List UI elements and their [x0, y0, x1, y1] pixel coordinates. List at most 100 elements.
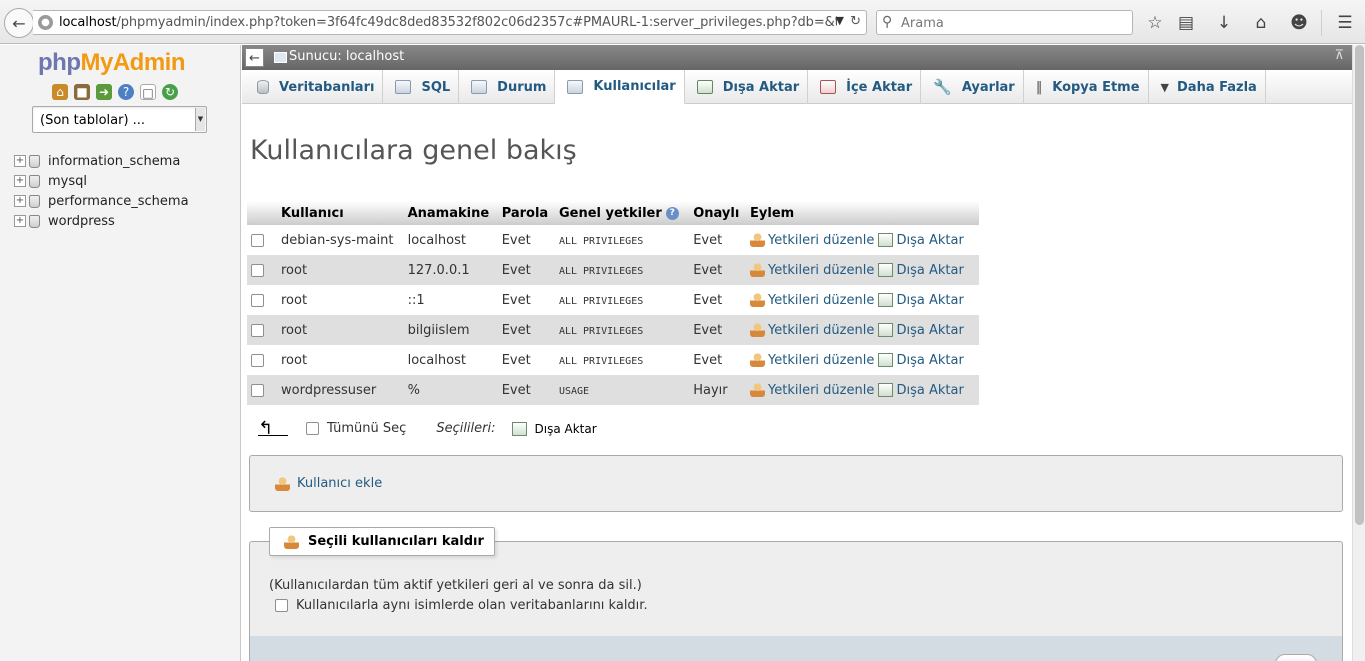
- select-all-checkbox[interactable]: [306, 422, 319, 435]
- select-all-label[interactable]: Tümünü Seç: [327, 421, 406, 436]
- export-user-link[interactable]: Dışa Aktar: [878, 263, 964, 278]
- export-user-link[interactable]: Dışa Aktar: [878, 293, 964, 308]
- header-action: Eylem: [746, 201, 979, 225]
- row-checkbox[interactable]: [251, 383, 264, 397]
- server-breadcrumb-bar: ← Sunucu: localhost ⊼: [242, 45, 1352, 70]
- database-icon: [29, 214, 40, 228]
- tab-sql[interactable]: SQL: [383, 70, 460, 104]
- tab-replication[interactable]: ‖ Kopya Etme: [1024, 70, 1149, 104]
- add-user-link[interactable]: Kullanıcı ekle: [275, 476, 382, 491]
- edit-privileges-icon: [750, 353, 766, 367]
- home-icon[interactable]: ⌂: [52, 84, 68, 100]
- edit-privileges-link[interactable]: Yetkileri düzenle: [750, 293, 874, 308]
- menu-icon[interactable]: ☰: [1334, 12, 1356, 34]
- search-input[interactable]: Arama: [901, 16, 944, 31]
- search-box[interactable]: ⚲ Arama: [876, 10, 1133, 35]
- cell-host: 127.0.0.1: [403, 255, 498, 285]
- edit-privileges-icon: [750, 323, 766, 337]
- export-user-link[interactable]: Dışa Aktar: [878, 353, 964, 368]
- cell-grant: Evet: [689, 315, 747, 345]
- arrow-left-icon: ←: [12, 13, 26, 33]
- logout-icon[interactable]: ■: [74, 84, 90, 100]
- url-dropdown-icon[interactable]: ▼: [836, 14, 844, 27]
- database-item-information-schema[interactable]: + information_schema: [14, 151, 189, 171]
- export-icon: [511, 421, 527, 436]
- recent-tables-select[interactable]: (Son tablolar) ... ▼: [32, 106, 207, 133]
- cell-user: root: [277, 315, 404, 345]
- remove-description: (Kullanıcılardan tüm aktif yetkileri ger…: [269, 578, 642, 593]
- cell-password: Evet: [497, 285, 555, 315]
- expand-icon[interactable]: +: [14, 175, 26, 187]
- table-row: wordpressuser% Evet USAGE Hayır Yetkileri dü…: [247, 375, 979, 405]
- expand-icon[interactable]: +: [14, 195, 26, 207]
- cell-action: Yetkileri düzenle Dışa Aktar: [746, 285, 979, 315]
- edit-privileges-link[interactable]: Yetkileri düzenle: [750, 383, 874, 398]
- reading-list-icon[interactable]: ▤: [1175, 12, 1197, 34]
- tab-export[interactable]: Dışa Aktar: [685, 70, 809, 104]
- bookmark-star-icon[interactable]: ☆: [1144, 12, 1166, 34]
- globe-icon: ●: [38, 15, 53, 30]
- tab-status[interactable]: Durum: [459, 70, 556, 104]
- expand-icon[interactable]: +: [14, 215, 26, 227]
- collapse-header-icon[interactable]: ⊼: [1334, 48, 1344, 63]
- reload-icon[interactable]: ↻: [850, 14, 861, 29]
- row-checkbox[interactable]: [251, 323, 264, 337]
- database-tree: + information_schema + mysql + performan…: [14, 151, 189, 231]
- address-bar[interactable]: ● localhost/phpmyadmin/index.php?token=3…: [33, 10, 867, 35]
- scrollbar[interactable]: [1352, 45, 1365, 661]
- download-icon[interactable]: ↓: [1213, 12, 1235, 34]
- help-icon[interactable]: ?: [665, 206, 679, 220]
- tab-users[interactable]: Kullanıcılar: [555, 70, 685, 104]
- header-checkbox-col: [247, 201, 277, 225]
- chat-icon[interactable]: ☻: [1288, 12, 1310, 34]
- database-icon: [29, 154, 40, 168]
- remove-user-icon: [284, 534, 299, 549]
- header-grant: Onaylı: [689, 201, 747, 225]
- scrollbar-thumb[interactable]: [1355, 45, 1364, 525]
- help-icon[interactable]: ?: [118, 84, 134, 100]
- row-checkbox[interactable]: [251, 293, 264, 307]
- header-user: Kullanıcı: [277, 201, 404, 225]
- header-global-privileges: Genel yetkiler?: [554, 201, 690, 225]
- export-user-link[interactable]: Dışa Aktar: [878, 233, 964, 248]
- export-user-link[interactable]: Dışa Aktar: [878, 323, 964, 338]
- query-window-icon[interactable]: ➜: [96, 84, 112, 100]
- export-icon: [878, 323, 894, 337]
- reload-navigation-icon[interactable]: ↻: [162, 84, 178, 100]
- bulk-export-button[interactable]: Dışa Aktar: [511, 421, 597, 436]
- documentation-icon[interactable]: □: [140, 84, 156, 100]
- table-row: root localhost Evet ALL PRIVILEGES Evet Yetki…: [247, 345, 979, 375]
- users-icon: [567, 79, 584, 94]
- cell-action: Yetkileri düzenle Dışa Aktar: [746, 375, 979, 405]
- expand-icon[interactable]: +: [14, 155, 26, 167]
- tab-more[interactable]: ▼ Daha Fazla: [1149, 70, 1266, 104]
- export-user-link[interactable]: Dışa Aktar: [878, 383, 964, 398]
- collapse-navigation-button[interactable]: ←: [245, 48, 264, 67]
- row-checkbox[interactable]: [251, 263, 264, 277]
- edit-privileges-icon: [750, 233, 766, 247]
- tab-settings[interactable]: 🔧 Ayarlar: [921, 70, 1024, 104]
- tab-databases[interactable]: Veritabanları: [245, 70, 384, 104]
- chevron-down-icon: ▼: [195, 108, 205, 131]
- phpmyadmin-logo[interactable]: phpMyAdmin: [38, 49, 185, 77]
- database-item-performance-schema[interactable]: + performance_schema: [14, 191, 189, 211]
- go-button[interactable]: [1275, 654, 1317, 661]
- drop-databases-checkbox[interactable]: [275, 599, 288, 612]
- database-item-mysql[interactable]: + mysql: [14, 171, 189, 191]
- cell-password: Evet: [497, 375, 555, 405]
- back-button[interactable]: ←: [4, 8, 34, 38]
- edit-privileges-link[interactable]: Yetkileri düzenle: [750, 233, 874, 248]
- drop-databases-option[interactable]: Kullanıcılarla aynı isimlerde olan verit…: [275, 598, 648, 613]
- cell-password: Evet: [497, 345, 555, 375]
- users-table: Kullanıcı Anamakine Parola Genel yetkile…: [247, 201, 979, 405]
- row-checkbox[interactable]: [251, 353, 264, 367]
- home-icon[interactable]: ⌂: [1250, 12, 1272, 34]
- export-icon: [696, 80, 713, 94]
- edit-privileges-link[interactable]: Yetkileri düzenle: [750, 263, 874, 278]
- row-checkbox[interactable]: [251, 233, 264, 247]
- edit-privileges-link[interactable]: Yetkileri düzenle: [750, 323, 874, 338]
- database-item-wordpress[interactable]: + wordpress: [14, 211, 189, 231]
- tab-import[interactable]: İçe Aktar: [808, 70, 922, 104]
- edit-privileges-link[interactable]: Yetkileri düzenle: [750, 353, 874, 368]
- server-breadcrumb[interactable]: Sunucu: localhost: [289, 49, 404, 64]
